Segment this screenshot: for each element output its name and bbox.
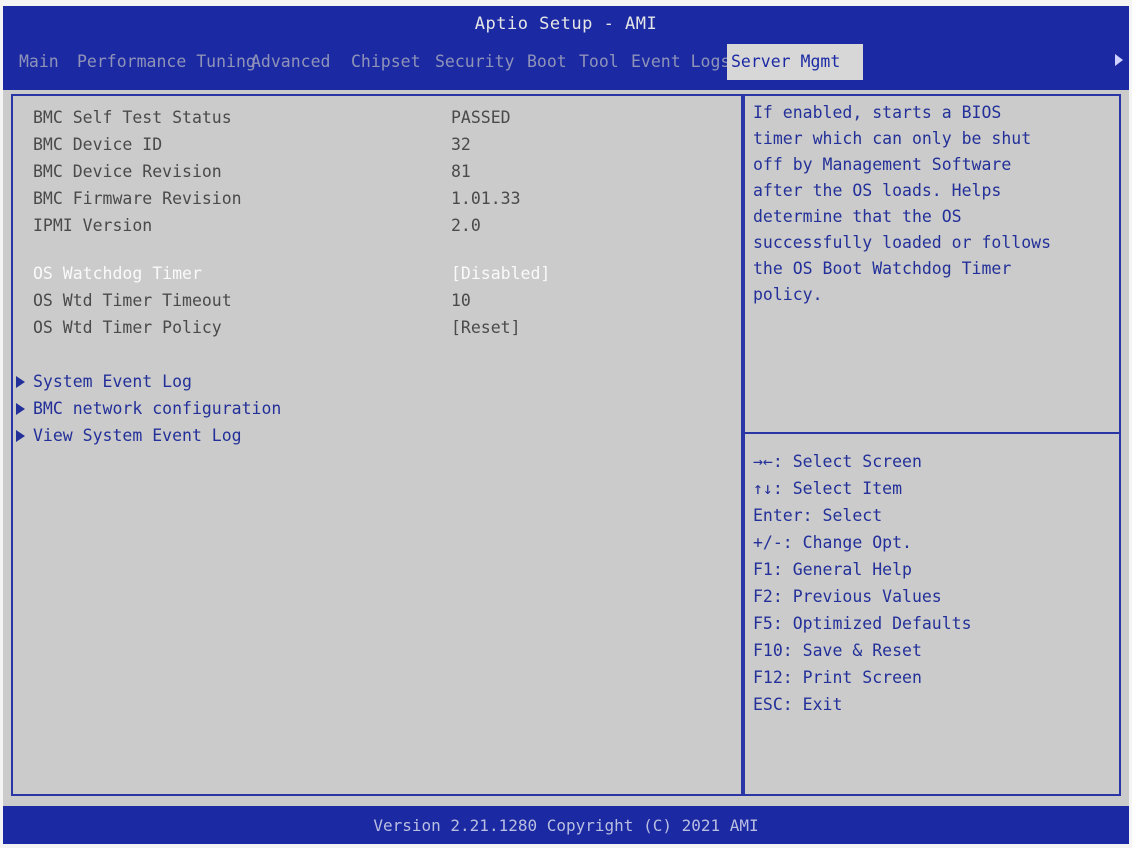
key-hint: F1: General Help xyxy=(753,560,912,579)
setting-value[interactable]: 10 xyxy=(451,289,471,313)
tab-bar: Main Performance Tuning Advanced Chipset… xyxy=(3,44,1129,80)
tab-security[interactable]: Security xyxy=(431,44,518,80)
info-row: BMC Device ID 32 xyxy=(13,133,741,157)
header-bar: Aptio Setup - AMI Main Performance Tunin… xyxy=(3,6,1129,90)
help-divider xyxy=(745,432,1119,434)
info-row: IPMI Version 2.0 xyxy=(13,214,741,238)
info-label: IPMI Version xyxy=(33,216,153,235)
submenu-label: View System Event Log xyxy=(33,426,242,445)
info-label: BMC Device ID xyxy=(33,135,163,154)
info-label: BMC Self Test Status xyxy=(33,108,232,127)
info-value: 1.01.33 xyxy=(451,189,521,208)
info-value: PASSED xyxy=(451,108,511,127)
tab-scroll-right-icon[interactable] xyxy=(1115,54,1123,66)
key-hint: ESC: Exit xyxy=(753,695,843,714)
bios-setup-window: Aptio Setup - AMI Main Performance Tunin… xyxy=(3,6,1129,844)
setting-label: OS Watchdog Timer xyxy=(33,264,202,283)
window-title: Aptio Setup - AMI xyxy=(474,14,658,34)
key-hint: F10: Save & Reset xyxy=(753,641,922,660)
tab-event-logs[interactable]: Event Logs xyxy=(627,44,734,80)
setting-label: OS Wtd Timer Policy xyxy=(33,318,222,337)
footer-bar: Version 2.21.1280 Copyright (C) 2021 AMI xyxy=(3,806,1129,844)
key-hint: F2: Previous Values xyxy=(753,587,942,606)
help-panel: If enabled, starts a BIOS timer which ca… xyxy=(743,94,1121,796)
info-value: 2.0 xyxy=(451,216,481,235)
info-row: BMC Self Test Status PASSED xyxy=(13,106,741,130)
setting-value[interactable]: [Reset] xyxy=(451,316,521,340)
setting-os-watchdog-timer[interactable]: OS Watchdog Timer [Disabled] xyxy=(13,262,741,286)
key-hint: F5: Optimized Defaults xyxy=(753,614,972,633)
help-text: If enabled, starts a BIOS timer which ca… xyxy=(753,103,1052,304)
version-text: Version 2.21.1280 Copyright (C) 2021 AMI xyxy=(373,816,759,835)
info-row: BMC Firmware Revision 1.01.33 xyxy=(13,187,741,211)
submenu-bmc-network-configuration[interactable]: BMC network configuration xyxy=(13,397,741,421)
submenu-label: System Event Log xyxy=(33,372,192,391)
info-label: BMC Firmware Revision xyxy=(33,189,242,208)
key-hint: →←: Select Screen xyxy=(753,452,922,471)
info-label: BMC Device Revision xyxy=(33,162,222,181)
tab-boot[interactable]: Boot xyxy=(523,44,571,80)
tab-tool[interactable]: Tool xyxy=(575,44,623,80)
submenu-label: BMC network configuration xyxy=(33,399,282,418)
setting-os-wtd-timer-timeout[interactable]: OS Wtd Timer Timeout 10 xyxy=(13,289,741,313)
tab-advanced[interactable]: Advanced xyxy=(247,44,334,80)
key-hint: ↑↓: Select Item xyxy=(753,479,903,498)
tab-performance-tuning[interactable]: Performance Tuning xyxy=(73,44,260,80)
info-value: 32 xyxy=(451,135,471,154)
tab-chipset[interactable]: Chipset xyxy=(347,44,425,80)
submenu-arrow-icon xyxy=(16,403,25,415)
submenu-view-system-event-log[interactable]: View System Event Log xyxy=(13,424,741,448)
key-hint: F12: Print Screen xyxy=(753,668,922,687)
setting-label: OS Wtd Timer Timeout xyxy=(33,291,232,310)
submenu-system-event-log[interactable]: System Event Log xyxy=(13,370,741,394)
key-legend: →←: Select Screen ↑↓: Select Item Enter:… xyxy=(753,448,1113,718)
setting-os-wtd-timer-policy[interactable]: OS Wtd Timer Policy [Reset] xyxy=(13,316,741,340)
info-value: 81 xyxy=(451,162,471,181)
settings-panel: BMC Self Test Status PASSED BMC Device I… xyxy=(11,94,743,796)
tab-main[interactable]: Main xyxy=(15,44,63,80)
setting-value[interactable]: [Disabled] xyxy=(451,262,550,286)
key-hint: +/-: Change Opt. xyxy=(753,533,912,552)
key-hint: Enter: Select xyxy=(753,506,883,525)
main-area: BMC Self Test Status PASSED BMC Device I… xyxy=(3,90,1129,806)
tab-server-mgmt[interactable]: Server Mgmt xyxy=(727,44,863,80)
info-row: BMC Device Revision 81 xyxy=(13,160,741,184)
submenu-arrow-icon xyxy=(16,376,25,388)
submenu-arrow-icon xyxy=(16,430,25,442)
